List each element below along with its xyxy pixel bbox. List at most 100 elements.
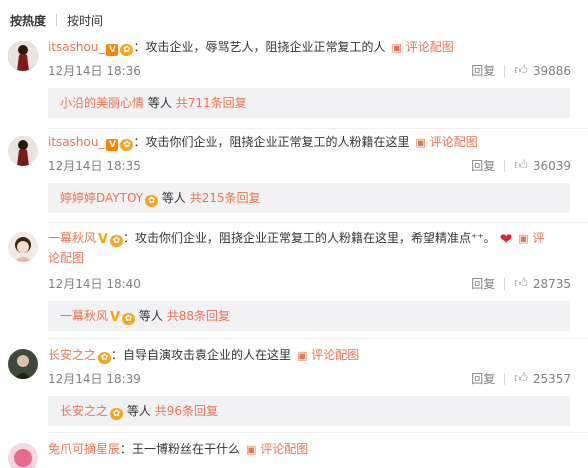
comment-username[interactable]: 长安之之 [48,348,96,362]
image-icon: ▣ [391,41,402,54]
comment-pic-link[interactable]: ▣ 评论配图 [297,348,359,362]
avatar-image [8,349,38,379]
like-count: 36039 [532,158,571,173]
comment-text: ：攻击你们企业，阻挠企业正常复工的人粉籍在这里 [133,135,410,149]
comment-pic-label-end[interactable]: 论配图 [48,251,84,265]
comment-timestamp: 12月14日 18:40 [48,277,141,291]
reply-summary[interactable]: 长安之之 ✿ 等人 共96条回复 [48,396,570,426]
thumbs-up-icon: 👍︎ [514,63,528,78]
comment-text-continued[interactable]: 论配图 [48,249,84,267]
comment-text-line: 兔爪可摘星辰：王一博粉丝在干什么 ▣ 评论配图 [48,440,308,459]
comment-divider [48,128,588,129]
comment-pic-label: 评论配图 [311,348,360,362]
reply-count[interactable]: 共88条回复 [167,309,230,323]
fan-club-badge-icon: ✿ [120,44,134,56]
reply-username[interactable]: 小沿的美丽心情 [60,96,144,110]
avatar-image [8,136,38,166]
avatar[interactable] [8,349,38,379]
vip-badge-icon: V [106,44,119,56]
comment-text-line: 一幕秋风 V ✿ ：攻击你们企业，阻挠企业正常复工的人粉籍在这里，希望精准点⁺⁺。 ❤ ▣… [48,229,545,248]
comment-pic-link[interactable]: ▣ 评论配图 [246,442,308,456]
avatar[interactable] [8,41,38,71]
comment-actions: 回复 👍︎ 39886 [471,62,571,79]
like-button[interactable]: 👍︎ 39886 [514,63,571,78]
reply-username[interactable]: 婷婷婷DAYTOY [60,191,143,205]
avatar-image [8,41,38,71]
reply-others-label: 等人 [126,404,151,418]
comment-item: itsashou_ V ✿ ：攻击你们企业，阻挠企业正常复工的人粉籍在这里 ▣ 评论配图… [0,133,588,217]
avatar[interactable] [8,136,38,166]
thumbs-up-icon: 👍︎ [514,158,528,173]
reply-button[interactable]: 回复 [471,157,495,174]
fan-club-badge-icon: ✿ [145,195,159,207]
image-icon: ▣ [415,136,426,149]
comment-item: 一幕秋风 V ✿ ：攻击你们企业，阻挠企业正常复工的人粉籍在这里，希望精准点⁺⁺。 ❤ ▣… [0,229,588,333]
thumbs-up-icon: 👍︎ [514,276,528,291]
comment-actions: 回复 👍︎ 28735 [471,275,571,292]
sort-tabs: 按热度 按时间 [10,11,103,29]
reply-count[interactable]: 共96条回复 [155,404,218,418]
comment-text-line: itsashou_ V ✿ ：攻击你们企业，阻挠企业正常复工的人粉籍在这里 ▣ 评论配图 [48,133,478,152]
comment-text: ：攻击企业，辱骂艺人，阻挠企业正常复工的人 [133,40,386,54]
vip-badge-icon: V [106,139,119,151]
comment-username[interactable]: 兔爪可摘星辰 [48,442,120,456]
comment-timestamp: 12月14日 18:36 [48,64,141,78]
reply-button[interactable]: 回复 [471,275,495,292]
reply-others-label: 等人 [147,96,172,110]
comment-divider [48,222,588,223]
comment-item: 长安之之 ✿ ：自导自演攻击袁企业的人在这里 ▣ 评论配图 12月14日 18:39 … [0,346,588,430]
comment-pic-link[interactable]: ▣ 评 [518,231,544,245]
comment-actions: 回复 👍︎ 36039 [471,157,571,174]
reply-others-label: 等人 [161,191,186,205]
comment-text-line: 长安之之 ✿ ：自导自演攻击袁企业的人在这里 ▣ 评论配图 [48,346,359,365]
reply-summary[interactable]: 小沿的美丽心情 等人 共711条回复 [48,88,570,118]
tab-sort-hot[interactable]: 按热度 [10,12,46,29]
action-divider [504,159,506,172]
thumbs-up-icon: 👍︎ [514,371,528,386]
image-icon: ▣ [297,349,308,362]
comment-divider [48,338,588,339]
reply-summary[interactable]: 婷婷婷DAYTOY ✿ 等人 共215条回复 [48,183,570,213]
like-button[interactable]: 👍︎ 28735 [514,276,571,291]
action-divider [504,277,506,290]
action-divider [504,64,506,77]
reply-username[interactable]: 长安之之 [60,404,108,418]
comment-item: itsashou_ V ✿ ：攻击企业，辱骂艺人，阻挠企业正常复工的人 ▣ 评论配图 1… [0,38,588,122]
reply-button[interactable]: 回复 [471,370,495,387]
like-count: 28735 [532,276,571,291]
comment-pic-label-start: 评 [532,231,545,245]
comment-pic-label: 评论配图 [260,442,309,456]
reply-username[interactable]: 一幕秋风 [60,309,108,323]
comment-pic-link[interactable]: ▣ 评论配图 [415,135,477,149]
reply-button[interactable]: 回复 [471,62,495,79]
like-count: 39886 [532,63,571,78]
comment-username[interactable]: itsashou_ [48,40,104,54]
comment-item: 兔爪可摘星辰：王一博粉丝在干什么 ▣ 评论配图 [0,440,588,468]
avatar-image [8,232,38,262]
fan-club-badge-icon: ✿ [122,313,136,325]
comment-divider [48,432,588,433]
fan-club-badge-icon: ✿ [110,235,124,247]
reply-summary[interactable]: 一幕秋风 V ✿ 等人 共88条回复 [48,301,570,331]
comment-pic-link[interactable]: ▣ 评论配图 [391,40,453,54]
comment-username[interactable]: itsashou_ [48,135,104,149]
reply-count[interactable]: 共711条回复 [176,96,247,110]
tab-divider [56,14,58,26]
comment-actions: 回复 👍︎ 25357 [471,370,571,387]
comment-username[interactable]: 一幕秋风 [48,231,96,245]
avatar[interactable] [8,232,38,262]
image-icon: ▣ [246,443,257,456]
action-divider [504,372,506,385]
comment-timestamp: 12月14日 18:35 [48,159,141,173]
verified-v-icon: V [98,232,109,247]
comment-text: ：王一博粉丝在干什么 [120,442,241,456]
reply-count[interactable]: 共215条回复 [190,191,261,205]
like-button[interactable]: 👍︎ 36039 [514,158,571,173]
avatar[interactable] [8,443,38,468]
verified-v-icon: V [110,310,121,325]
comment-pic-label: 评论配图 [429,135,478,149]
comment-text: ：自导自演攻击袁企业的人在这里 [111,348,292,362]
heart-emoji-icon: ❤ [499,230,513,248]
tab-sort-time[interactable]: 按时间 [67,12,103,29]
like-button[interactable]: 👍︎ 25357 [514,371,571,386]
